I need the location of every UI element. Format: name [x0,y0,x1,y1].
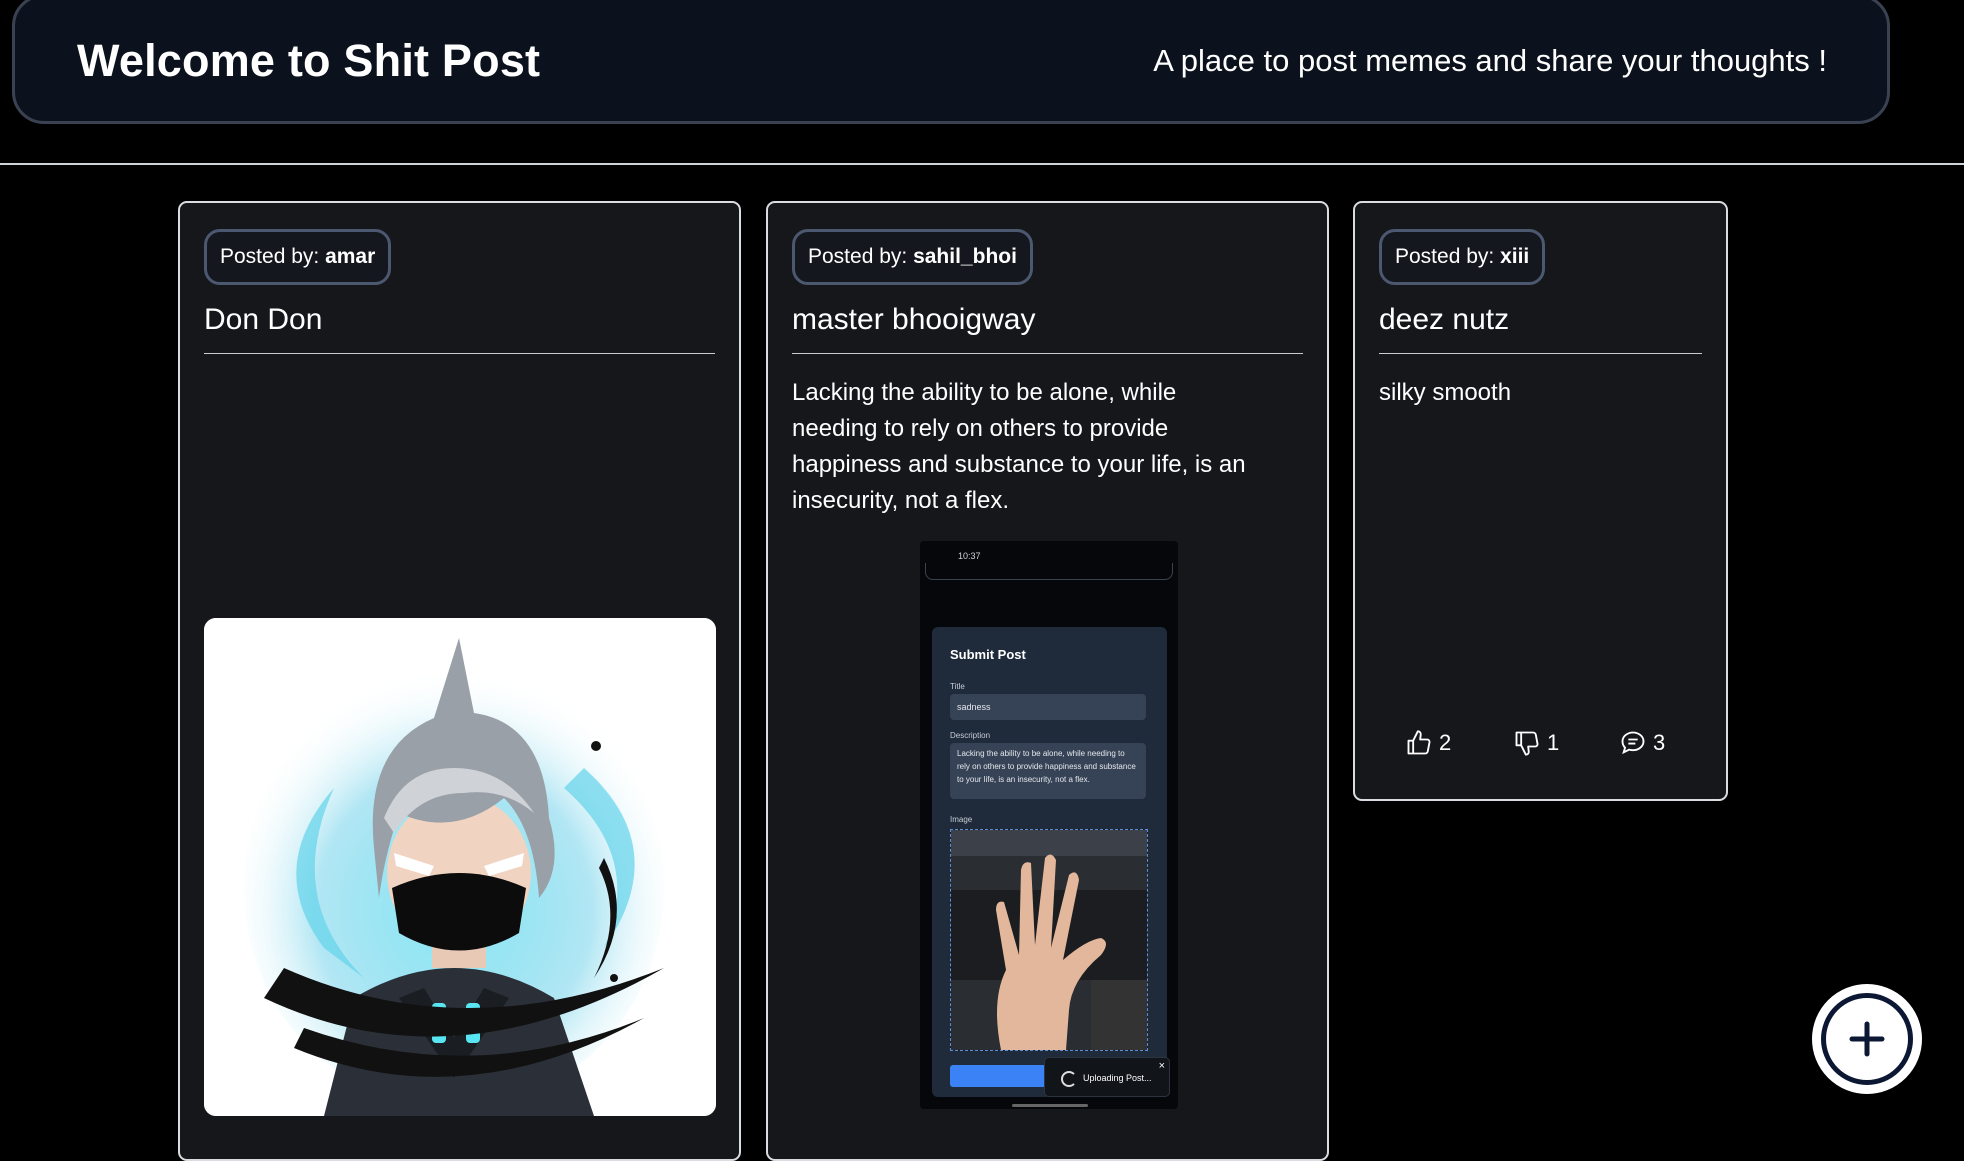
description-line: happiness and substance to your life, is… [792,451,1246,478]
thumbs-down-icon [1515,731,1539,756]
title-divider [204,353,715,354]
post-title: master bhooigway [792,303,1036,336]
comment-count: 3 [1653,730,1666,755]
author-name: amar [325,245,376,268]
description-field: Lacking the ability to be alone, while n… [950,743,1146,799]
posted-by-label: Posted by: [220,245,320,268]
header-divider [0,163,1964,165]
description-line: insecurity, not a flex. [792,487,1009,514]
description-line: needing to rely on others to provide [792,415,1169,442]
dislike-count: 1 [1547,730,1560,755]
dislike-button[interactable]: 1 [1513,725,1559,761]
post-card: Posted by: amar Don Don [178,201,741,1161]
title-divider [1379,353,1702,354]
post-image[interactable] [204,618,716,1116]
author-name: sahil_bhoi [913,245,1017,268]
description-label: Description [950,731,991,740]
site-subtitle: A place to post memes and share your tho… [1153,43,1827,78]
author-badge[interactable]: Posted by: amar [204,229,392,285]
anime-character-illustration [204,618,716,1116]
thumbs-up-icon [1407,730,1431,755]
posted-by-label: Posted by: [1395,245,1495,268]
form-title: Submit Post [950,647,1026,662]
description-line: Lacking the ability to be alone, while [792,379,1177,406]
posted-by-label: Posted by: [808,245,908,268]
phone-header-outline [925,563,1173,580]
post-image[interactable]: 10:37 Submit Post Title sadness Descript… [920,541,1178,1109]
post-description: Lacking the ability to be alone, while n… [792,375,1246,519]
author-name: xiii [1500,245,1530,268]
spinner-icon [1061,1071,1077,1087]
comment-button[interactable]: 3 [1619,725,1665,761]
add-post-ring [1821,993,1913,1085]
hand-photo [950,829,1148,1051]
add-post-button[interactable] [1812,984,1922,1094]
status-time: 10:37 [958,551,981,561]
like-count: 2 [1439,730,1452,755]
author-badge[interactable]: Posted by: xiii [1379,229,1546,285]
site-header: Welcome to Shit Post A place to post mem… [12,0,1890,124]
close-icon: × [1158,1060,1165,1072]
submit-post-form: Submit Post Title sadness Description La… [932,627,1167,1097]
uploading-toast: Uploading Post... × [1044,1057,1170,1097]
plus-icon [1849,1021,1885,1057]
post-description: silky smooth [1379,379,1512,406]
title-field: sadness [950,694,1146,720]
home-indicator [1012,1104,1088,1107]
post-card: Posted by: xiii deez nutz silky smooth 2… [1353,201,1728,801]
comment-icon [1621,731,1645,755]
post-title: Don Don [204,303,323,336]
site-title: Welcome to Shit Post [77,35,541,86]
author-badge[interactable]: Posted by: sahil_bhoi [792,229,1033,285]
title-label: Title [950,682,965,691]
image-label: Image [950,815,973,824]
post-card: Posted by: sahil_bhoi master bhooigway L… [766,201,1329,1161]
like-button[interactable]: 2 [1405,725,1451,761]
title-divider [792,353,1303,354]
post-title: deez nutz [1379,303,1510,336]
toast-text: Uploading Post... [1083,1073,1152,1083]
